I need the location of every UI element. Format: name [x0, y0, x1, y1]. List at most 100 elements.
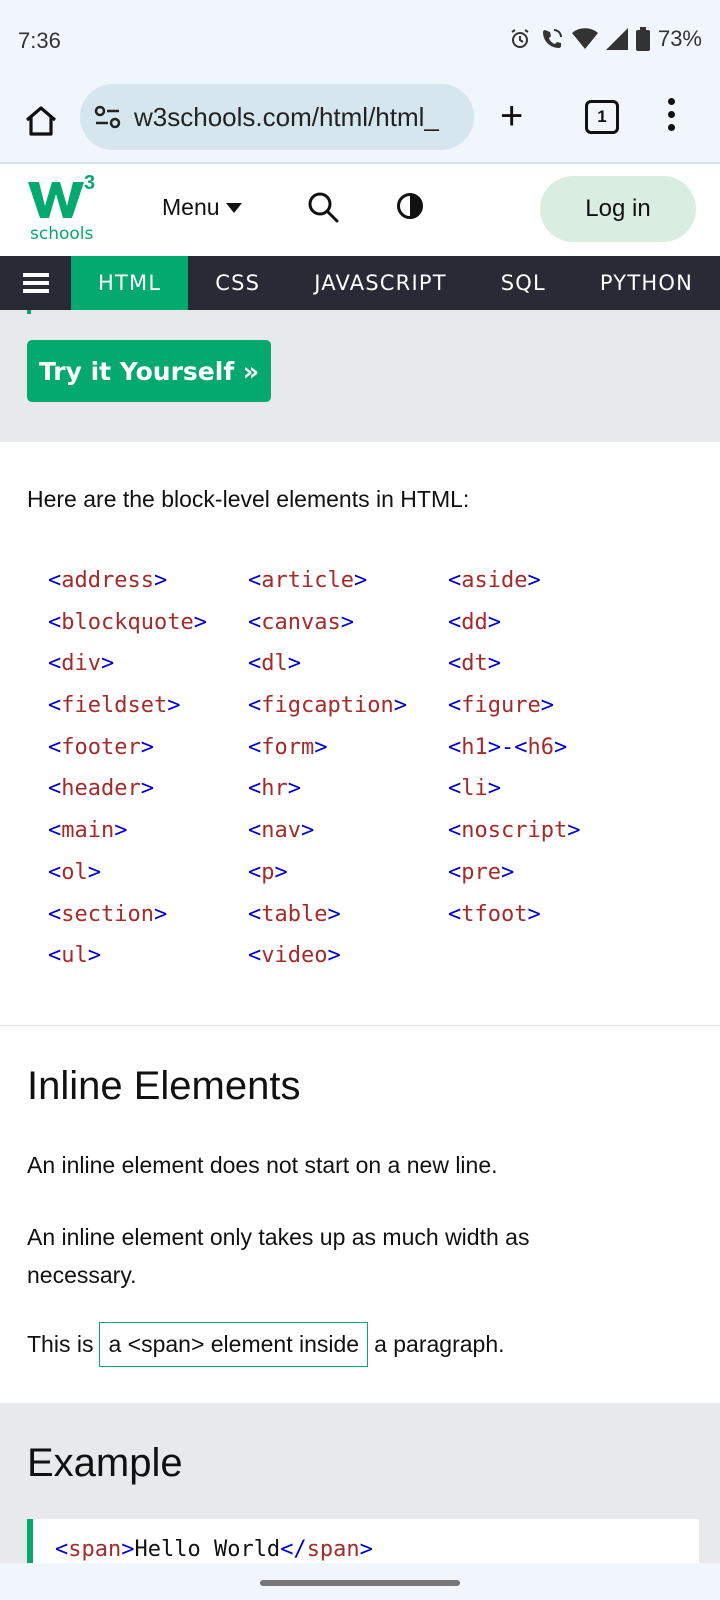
- wifi-icon: [571, 28, 598, 49]
- p3-before: This is: [27, 1331, 94, 1357]
- block-element-tag: <canvas>: [248, 608, 448, 650]
- address-bar[interactable]: w3schools.com/html/html_: [80, 84, 474, 150]
- code-token: address: [61, 568, 154, 593]
- code-token: dl: [261, 651, 288, 677]
- inline-elements-heading: Inline Elements: [27, 1064, 301, 1108]
- code-token: Hello World: [134, 1537, 281, 1562]
- inline-paragraph-2: An inline element only takes up as much …: [27, 1224, 530, 1288]
- nav-item-sql[interactable]: SQL: [474, 256, 573, 310]
- code-token: form: [261, 734, 315, 760]
- login-button[interactable]: Log in: [540, 176, 696, 242]
- code-token: dd: [461, 609, 488, 635]
- block-element-tag: <main>: [48, 816, 248, 858]
- code-token: <: [448, 859, 462, 885]
- code-token: <: [448, 609, 462, 635]
- code-token: >: [327, 943, 341, 969]
- code-token: >: [359, 1537, 373, 1562]
- nav-item-css[interactable]: CSS: [188, 256, 287, 310]
- code-token: <: [248, 901, 262, 927]
- span-demo: a <span> element inside: [99, 1322, 369, 1367]
- example-box-top: Try it Yourself »: [0, 310, 720, 442]
- block-elements-list: <address> <article> <aside> <blockquote> <ca…: [48, 566, 688, 983]
- url-text[interactable]: w3schools.com/html/html_: [134, 102, 464, 133]
- site-settings-icon[interactable]: [94, 105, 122, 129]
- code-token: >: [327, 901, 341, 927]
- code-token: h1: [461, 734, 488, 760]
- code-token: video: [261, 943, 328, 969]
- code-token: span: [306, 1537, 360, 1562]
- block-element-tag: <blockquote>: [48, 608, 248, 650]
- code-token: h6: [527, 734, 555, 760]
- home-icon[interactable]: [22, 102, 60, 140]
- code-token: >-<: [487, 734, 528, 760]
- code-token: <: [48, 693, 62, 719]
- hamburger-menu-icon[interactable]: [0, 256, 71, 310]
- code-token: <: [448, 568, 462, 593]
- status-time: 7:36: [18, 28, 61, 53]
- code-token: >: [527, 901, 541, 927]
- code-token: <: [48, 859, 62, 885]
- code-token: >: [487, 651, 501, 677]
- code-token: >: [140, 734, 154, 760]
- menu-button[interactable]: Menu: [162, 194, 242, 221]
- block-element-tag: <h1>-<h6>: [448, 733, 688, 775]
- block-element-tag: <hr>: [248, 774, 448, 816]
- example-heading: Example: [27, 1441, 183, 1485]
- code-token: <: [248, 776, 262, 802]
- logo-text: schools: [30, 224, 94, 244]
- code-token: >: [87, 943, 101, 969]
- code-token: <: [448, 734, 462, 760]
- block-element-tag: <video>: [248, 941, 448, 983]
- code-token: <: [48, 943, 62, 969]
- block-element-tag: <aside>: [448, 566, 688, 608]
- code-token: <: [448, 693, 462, 719]
- code-token: <: [448, 901, 462, 927]
- code-token: <: [48, 609, 62, 635]
- new-tab-button[interactable]: +: [500, 96, 523, 136]
- code-token: >: [193, 609, 207, 635]
- dark-mode-icon[interactable]: [396, 192, 424, 220]
- search-icon[interactable]: [306, 190, 340, 224]
- code-token: noscript: [461, 818, 568, 844]
- battery-icon: [635, 27, 650, 51]
- example-code-line: <span>Hello World</span>: [55, 1537, 373, 1562]
- code-token: >: [301, 818, 315, 844]
- tab-switcher-button[interactable]: 1: [585, 100, 619, 134]
- code-token: table: [261, 901, 328, 927]
- code-token: li: [461, 776, 488, 802]
- alarm-icon: [511, 29, 529, 48]
- code-token: >: [567, 818, 581, 844]
- code-token: aside: [461, 568, 528, 593]
- nav-item-html[interactable]: HTML: [71, 256, 189, 310]
- code-token: p: [261, 859, 275, 885]
- block-element-tag: <li>: [448, 774, 688, 816]
- nav-item-python[interactable]: PYTHON: [573, 256, 720, 310]
- block-elements-intro: Here are the block-level elements in HTM…: [27, 486, 470, 512]
- block-element-tag: <address>: [48, 566, 248, 608]
- code-token: canvas: [261, 609, 341, 635]
- section-divider: [0, 1025, 720, 1026]
- code-token: >: [167, 693, 181, 719]
- try-it-yourself-button[interactable]: Try it Yourself »: [27, 340, 271, 402]
- block-element-tag: <footer>: [48, 733, 248, 775]
- browser-toolbar: w3schools.com/html/html_ + 1: [0, 84, 720, 164]
- inline-paragraph-1: An inline element does not start on a ne…: [27, 1152, 498, 1178]
- block-element-tag: <nav>: [248, 816, 448, 858]
- more-options-icon[interactable]: [668, 98, 676, 137]
- code-token: <: [248, 859, 262, 885]
- nav-item-javascript[interactable]: JAVASCRIPT: [287, 256, 474, 310]
- block-element-tag: <form>: [248, 733, 448, 775]
- block-element-tag: <p>: [248, 858, 448, 900]
- block-element-tag: <header>: [48, 774, 248, 816]
- block-element-tag: <ul>: [48, 941, 248, 983]
- code-token: <: [248, 651, 262, 677]
- menu-label: Menu: [162, 194, 220, 220]
- w3schools-logo[interactable]: 3 schools: [28, 172, 100, 246]
- code-token: >: [540, 693, 554, 719]
- block-element-tag: <ol>: [48, 858, 248, 900]
- site-header: 3 schools Menu Log in: [0, 164, 720, 256]
- code-token: footer: [61, 734, 141, 760]
- code-token: section: [61, 901, 154, 927]
- gesture-handle[interactable]: [260, 1580, 460, 1586]
- code-token: <: [248, 568, 262, 593]
